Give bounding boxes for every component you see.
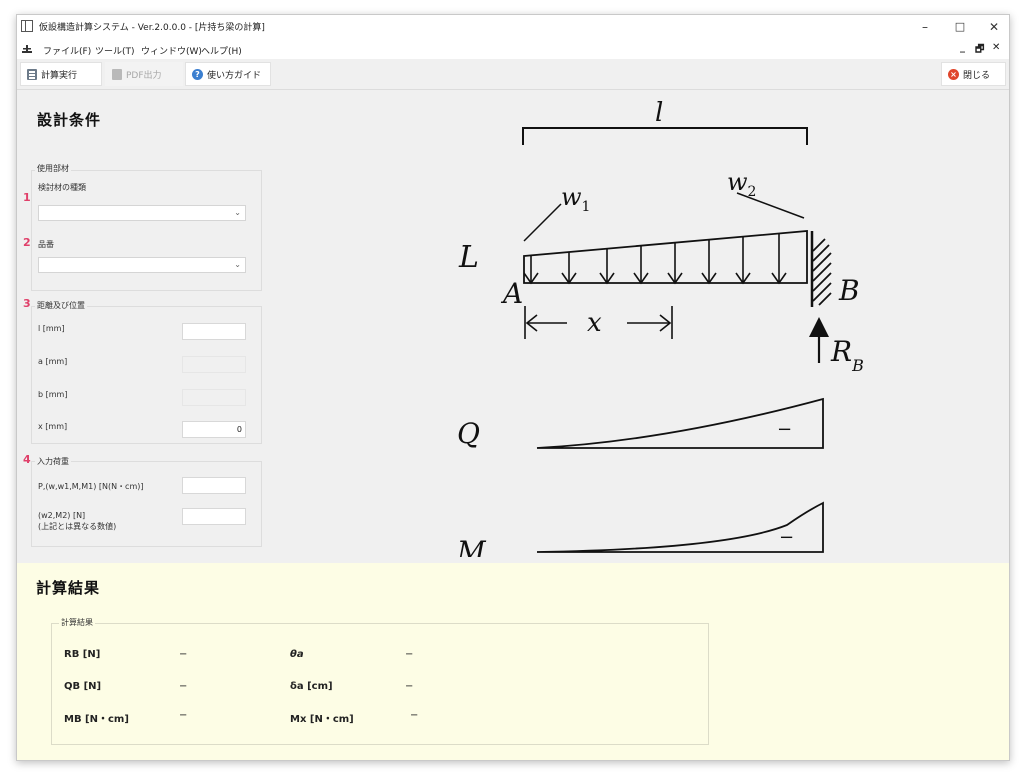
step-badge-3: 3 bbox=[23, 297, 31, 310]
toolbar: 計算実行 PDF出力 ? 使い方ガイド × 閉じる bbox=[17, 59, 1009, 90]
usage-guide-button[interactable]: ? 使い方ガイド bbox=[185, 62, 271, 86]
mdi-window-icon[interactable] bbox=[21, 43, 33, 55]
position-x-input[interactable]: 0 bbox=[182, 421, 246, 438]
load-w2-note: (上記とは異なる数値) bbox=[38, 522, 117, 531]
mx-value: − bbox=[410, 710, 419, 721]
results-group bbox=[51, 623, 709, 745]
theta-a-label: θa bbox=[290, 649, 304, 660]
qb-value: − bbox=[179, 681, 188, 692]
distance-a-label: a [mm] bbox=[38, 357, 68, 366]
x-label: x bbox=[587, 308, 602, 338]
step-badge-2: 2 bbox=[23, 236, 31, 249]
maximize-button[interactable]: □ bbox=[945, 16, 975, 38]
design-conditions-title: 設計条件 bbox=[37, 111, 102, 129]
minimize-button[interactable]: – bbox=[910, 16, 940, 38]
help-icon: ? bbox=[192, 68, 203, 80]
close-label: 閉じる bbox=[963, 70, 991, 81]
load-w2-input[interactable] bbox=[182, 508, 246, 525]
load-w2-label: (w2,M2) [N] bbox=[38, 511, 86, 520]
load-group bbox=[31, 461, 262, 547]
beam-label: L bbox=[458, 240, 479, 275]
window-title: 仮設構造計算システム - Ver.2.0.0.0 - [片持ち梁の計算] bbox=[39, 23, 265, 33]
moment-sign: − bbox=[779, 527, 794, 548]
mdi-minimize-button[interactable]: _ bbox=[960, 42, 965, 53]
member-group-label: 使用部材 bbox=[35, 163, 71, 174]
shear-label: Q bbox=[457, 417, 480, 450]
mb-label: MB [N・cm] bbox=[64, 714, 129, 725]
support-a-label: A bbox=[500, 277, 523, 310]
results-title: 計算結果 bbox=[36, 579, 101, 597]
distance-b-label: b [mm] bbox=[38, 390, 68, 399]
close-icon: × bbox=[948, 68, 959, 80]
step-badge-4: 4 bbox=[23, 453, 31, 466]
material-type-label: 検討材の種類 bbox=[38, 183, 86, 192]
moment-label: M bbox=[456, 535, 487, 557]
w1-label: w1 bbox=[561, 183, 590, 215]
part-number-label: 品番 bbox=[38, 240, 54, 249]
mdi-close-button[interactable]: ✕ bbox=[992, 42, 1000, 53]
menu-window[interactable]: ウィンドウ(W) bbox=[141, 44, 202, 57]
reaction-label: RB bbox=[830, 335, 864, 375]
distance-a-input[interactable] bbox=[182, 356, 246, 373]
mdi-restore-button[interactable]: 🗗 bbox=[975, 42, 984, 59]
app-icon bbox=[21, 20, 33, 32]
w1-leader bbox=[523, 203, 562, 242]
delta-a-value: − bbox=[405, 681, 414, 692]
distributed-load-outline bbox=[523, 230, 808, 284]
app-window: 仮設構造計算システム - Ver.2.0.0.0 - [片持ち梁の計算] – □… bbox=[16, 14, 1010, 761]
run-calculation-button[interactable]: 計算実行 bbox=[20, 62, 102, 86]
run-calculation-label: 計算実行 bbox=[41, 70, 78, 81]
distance-b-input[interactable] bbox=[182, 389, 246, 406]
calculator-icon bbox=[27, 68, 37, 80]
load-p-label: P,(w,w1,M,M1) [N(N・cm)] bbox=[38, 482, 144, 491]
mx-label: Mx [N・cm] bbox=[290, 714, 354, 725]
rb-label: RB [N] bbox=[64, 649, 101, 660]
cantilever-beam-diagram: l w1 w2 L A B x RB Q − M − bbox=[456, 101, 864, 557]
close-button[interactable]: × 閉じる bbox=[941, 62, 1006, 86]
menu-tools[interactable]: ツール(T) bbox=[95, 44, 135, 57]
delta-a-label: δa [cm] bbox=[290, 681, 333, 692]
part-number-select[interactable]: ⌄ bbox=[38, 257, 246, 273]
distance-group-label: 距離及び位置 bbox=[35, 300, 87, 311]
position-x-label: x [mm] bbox=[38, 422, 68, 431]
material-type-select[interactable]: ⌄ bbox=[38, 205, 246, 221]
menu-help[interactable]: ヘルプ(H) bbox=[201, 44, 242, 57]
fixed-support-hatch bbox=[812, 238, 832, 306]
title-bar: 仮設構造計算システム - Ver.2.0.0.0 - [片持ち梁の計算] – □… bbox=[17, 15, 1009, 39]
reaction-arrow-head bbox=[809, 317, 829, 337]
support-b-label: B bbox=[838, 274, 860, 307]
chevron-down-icon: ⌄ bbox=[234, 208, 241, 217]
pdf-export-button[interactable]: PDF出力 bbox=[105, 62, 183, 86]
results-panel: 計算結果 計算結果 RB [N] − QB [N] − MB [N・cm] − … bbox=[17, 563, 1009, 760]
span-bracket bbox=[522, 127, 808, 145]
rb-value: − bbox=[179, 649, 188, 660]
menu-file[interactable]: ファイル(F) bbox=[43, 44, 91, 57]
results-group-label: 計算結果 bbox=[59, 617, 95, 628]
chevron-down-icon: ⌄ bbox=[234, 260, 241, 269]
shear-sign: − bbox=[777, 419, 792, 440]
close-window-button[interactable]: ✕ bbox=[979, 16, 1009, 38]
load-p-input[interactable] bbox=[182, 477, 246, 494]
mb-value: − bbox=[179, 710, 188, 721]
load-arrows bbox=[523, 234, 787, 285]
pdf-icon bbox=[112, 68, 122, 80]
length-l-label: l [mm] bbox=[38, 324, 65, 333]
usage-guide-label: 使い方ガイド bbox=[207, 70, 262, 81]
menu-bar: ファイル(F) ツール(T) ウィンドウ(W) ヘルプ(H) _ 🗗 ✕ bbox=[17, 39, 1009, 59]
length-l-input[interactable] bbox=[182, 323, 246, 340]
step-badge-1: 1 bbox=[23, 191, 31, 204]
span-label: l bbox=[655, 101, 663, 128]
theta-a-value: − bbox=[405, 649, 414, 660]
pdf-export-label: PDF出力 bbox=[126, 70, 162, 81]
load-group-label: 入力荷重 bbox=[35, 456, 71, 467]
qb-label: QB [N] bbox=[64, 681, 102, 692]
w2-label: w2 bbox=[727, 168, 756, 200]
